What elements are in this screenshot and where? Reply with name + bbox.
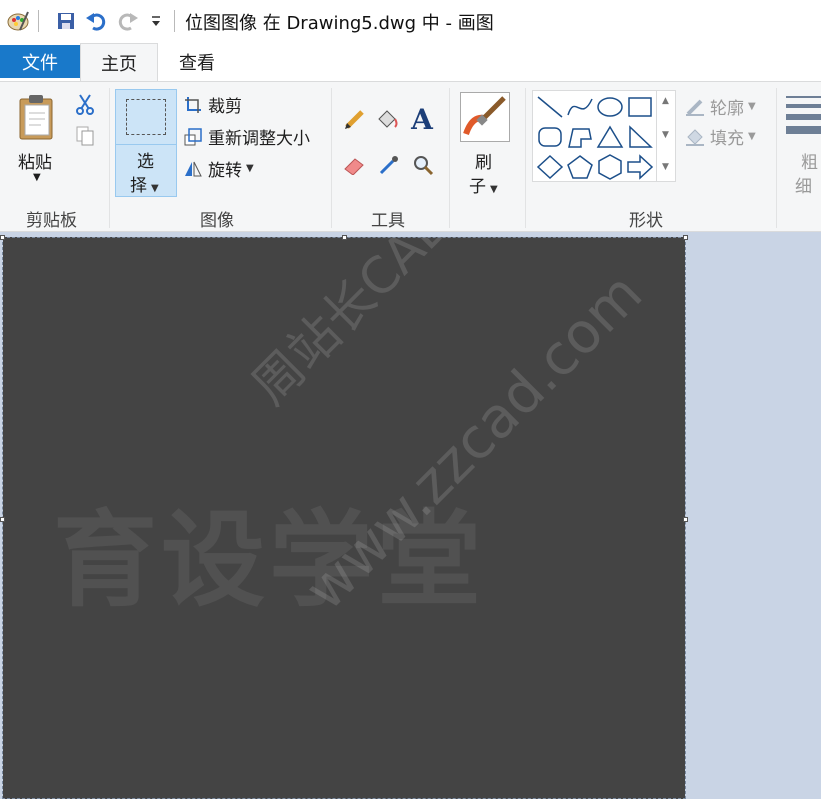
resize-handle[interactable] xyxy=(342,235,347,240)
paste-dropdown-caret[interactable]: ▼ xyxy=(33,172,41,183)
qat-separator xyxy=(38,10,39,32)
ribbon: 粘贴 ▼ 剪贴板 选 择 ▼ 裁剪 重新调整大小 旋转 ▼ 图像 A 工具 刷 … xyxy=(0,81,821,232)
redo-icon[interactable] xyxy=(116,8,140,34)
paste-label[interactable]: 粘贴 xyxy=(18,148,52,173)
copy-icon[interactable] xyxy=(74,124,96,148)
outline-icon xyxy=(684,96,706,118)
resize-handle[interactable] xyxy=(683,235,688,240)
select-icon xyxy=(126,99,166,135)
group-separator xyxy=(525,88,526,228)
crop-label: 裁剪 xyxy=(208,97,242,117)
rounded-rectangle-shape-icon[interactable] xyxy=(535,123,565,151)
ribbon-tabs: 文件 主页 查看 xyxy=(0,42,821,81)
paint-app-icon[interactable] xyxy=(6,8,30,34)
group-separator xyxy=(776,88,777,228)
size-icon[interactable] xyxy=(786,94,821,136)
pentagon-shape-icon[interactable] xyxy=(565,153,595,181)
tab-file[interactable]: 文件 xyxy=(0,45,80,78)
group-separator xyxy=(331,88,332,228)
triangle-shape-icon[interactable] xyxy=(595,123,625,151)
cut-icon[interactable] xyxy=(74,92,96,116)
canvas-workspace[interactable]: 育设学堂 周站长CAD www.zzcad.com xyxy=(0,232,821,799)
color-picker-icon[interactable] xyxy=(376,152,402,178)
outline-button[interactable]: 轮廓 ▼ xyxy=(684,94,756,119)
tab-view[interactable]: 查看 xyxy=(158,45,236,78)
resize-button[interactable]: 重新调整大小 xyxy=(182,124,310,149)
fill-button[interactable]: 填充 ▼ xyxy=(684,124,756,149)
clipboard-group-label: 剪贴板 xyxy=(26,211,77,231)
resize-icon xyxy=(182,126,204,148)
pencil-icon[interactable] xyxy=(342,106,368,132)
polygon-shape-icon[interactable] xyxy=(565,123,595,151)
curve-shape-icon[interactable] xyxy=(565,93,595,121)
brushes-label-2[interactable]: 子 ▼ xyxy=(469,172,498,197)
crop-button[interactable]: 裁剪 xyxy=(182,92,242,117)
eraser-icon[interactable] xyxy=(342,152,368,178)
diamond-shape-icon[interactable] xyxy=(535,153,565,181)
select-button[interactable]: 选 择 ▼ xyxy=(115,89,177,197)
undo-icon[interactable] xyxy=(84,8,108,34)
title-bar: 位图图像 在 Drawing5.dwg 中 - 画图 xyxy=(0,0,821,42)
fill-bucket-icon[interactable] xyxy=(374,106,400,132)
text-tool-icon[interactable]: A xyxy=(408,103,436,136)
size-label-2[interactable]: 细 xyxy=(795,172,812,197)
shapes-group-label: 形状 xyxy=(629,211,663,231)
resize-label: 重新调整大小 xyxy=(208,129,310,149)
select-label: 选 xyxy=(137,152,154,172)
fill-label: 填充 xyxy=(710,129,744,149)
watermark-text: 周站长CAD xyxy=(240,237,464,416)
oval-shape-icon[interactable] xyxy=(595,93,625,121)
size-label[interactable]: 粗 xyxy=(801,148,818,173)
arrow-shape-icon[interactable] xyxy=(625,153,655,181)
right-triangle-shape-icon[interactable] xyxy=(625,123,655,151)
outline-label: 轮廓 xyxy=(710,99,744,119)
brushes-icon[interactable] xyxy=(460,92,510,142)
tools-group-label: 工具 xyxy=(371,211,405,231)
hexagon-shape-icon[interactable] xyxy=(595,153,625,181)
customize-qat-icon[interactable] xyxy=(144,8,168,34)
rotate-icon xyxy=(182,158,204,180)
shapes-scrollbar[interactable]: ▲ ▼ ▼ xyxy=(656,90,676,182)
brushes-label[interactable]: 刷 xyxy=(475,148,492,173)
rectangle-shape-icon[interactable] xyxy=(625,93,655,121)
title-separator xyxy=(174,10,175,32)
scroll-up-icon[interactable]: ▲ xyxy=(662,96,669,106)
tab-home[interactable]: 主页 xyxy=(80,43,158,81)
scroll-down-icon[interactable]: ▼ xyxy=(662,130,669,140)
select-label-2: 择 ▼ xyxy=(130,176,159,196)
fill-icon xyxy=(684,126,706,148)
gallery-expand-icon[interactable]: ▼ xyxy=(662,162,669,172)
drawing-canvas[interactable]: 育设学堂 周站长CAD www.zzcad.com xyxy=(3,237,685,799)
rotate-button[interactable]: 旋转 ▼ xyxy=(182,156,254,181)
window-title: 位图图像 在 Drawing5.dwg 中 - 画图 xyxy=(185,13,494,34)
save-icon[interactable] xyxy=(54,8,78,34)
group-separator xyxy=(109,88,110,228)
rotate-label: 旋转 xyxy=(208,161,242,181)
line-shape-icon[interactable] xyxy=(535,93,565,121)
shapes-gallery xyxy=(532,90,676,182)
magnifier-icon[interactable] xyxy=(410,152,436,178)
resize-handle[interactable] xyxy=(683,517,688,522)
resize-handle[interactable] xyxy=(0,517,5,522)
paste-icon[interactable] xyxy=(16,92,58,142)
crop-icon xyxy=(182,94,204,116)
image-group-label: 图像 xyxy=(200,211,234,231)
resize-handle[interactable] xyxy=(0,235,5,240)
group-separator xyxy=(449,88,450,228)
